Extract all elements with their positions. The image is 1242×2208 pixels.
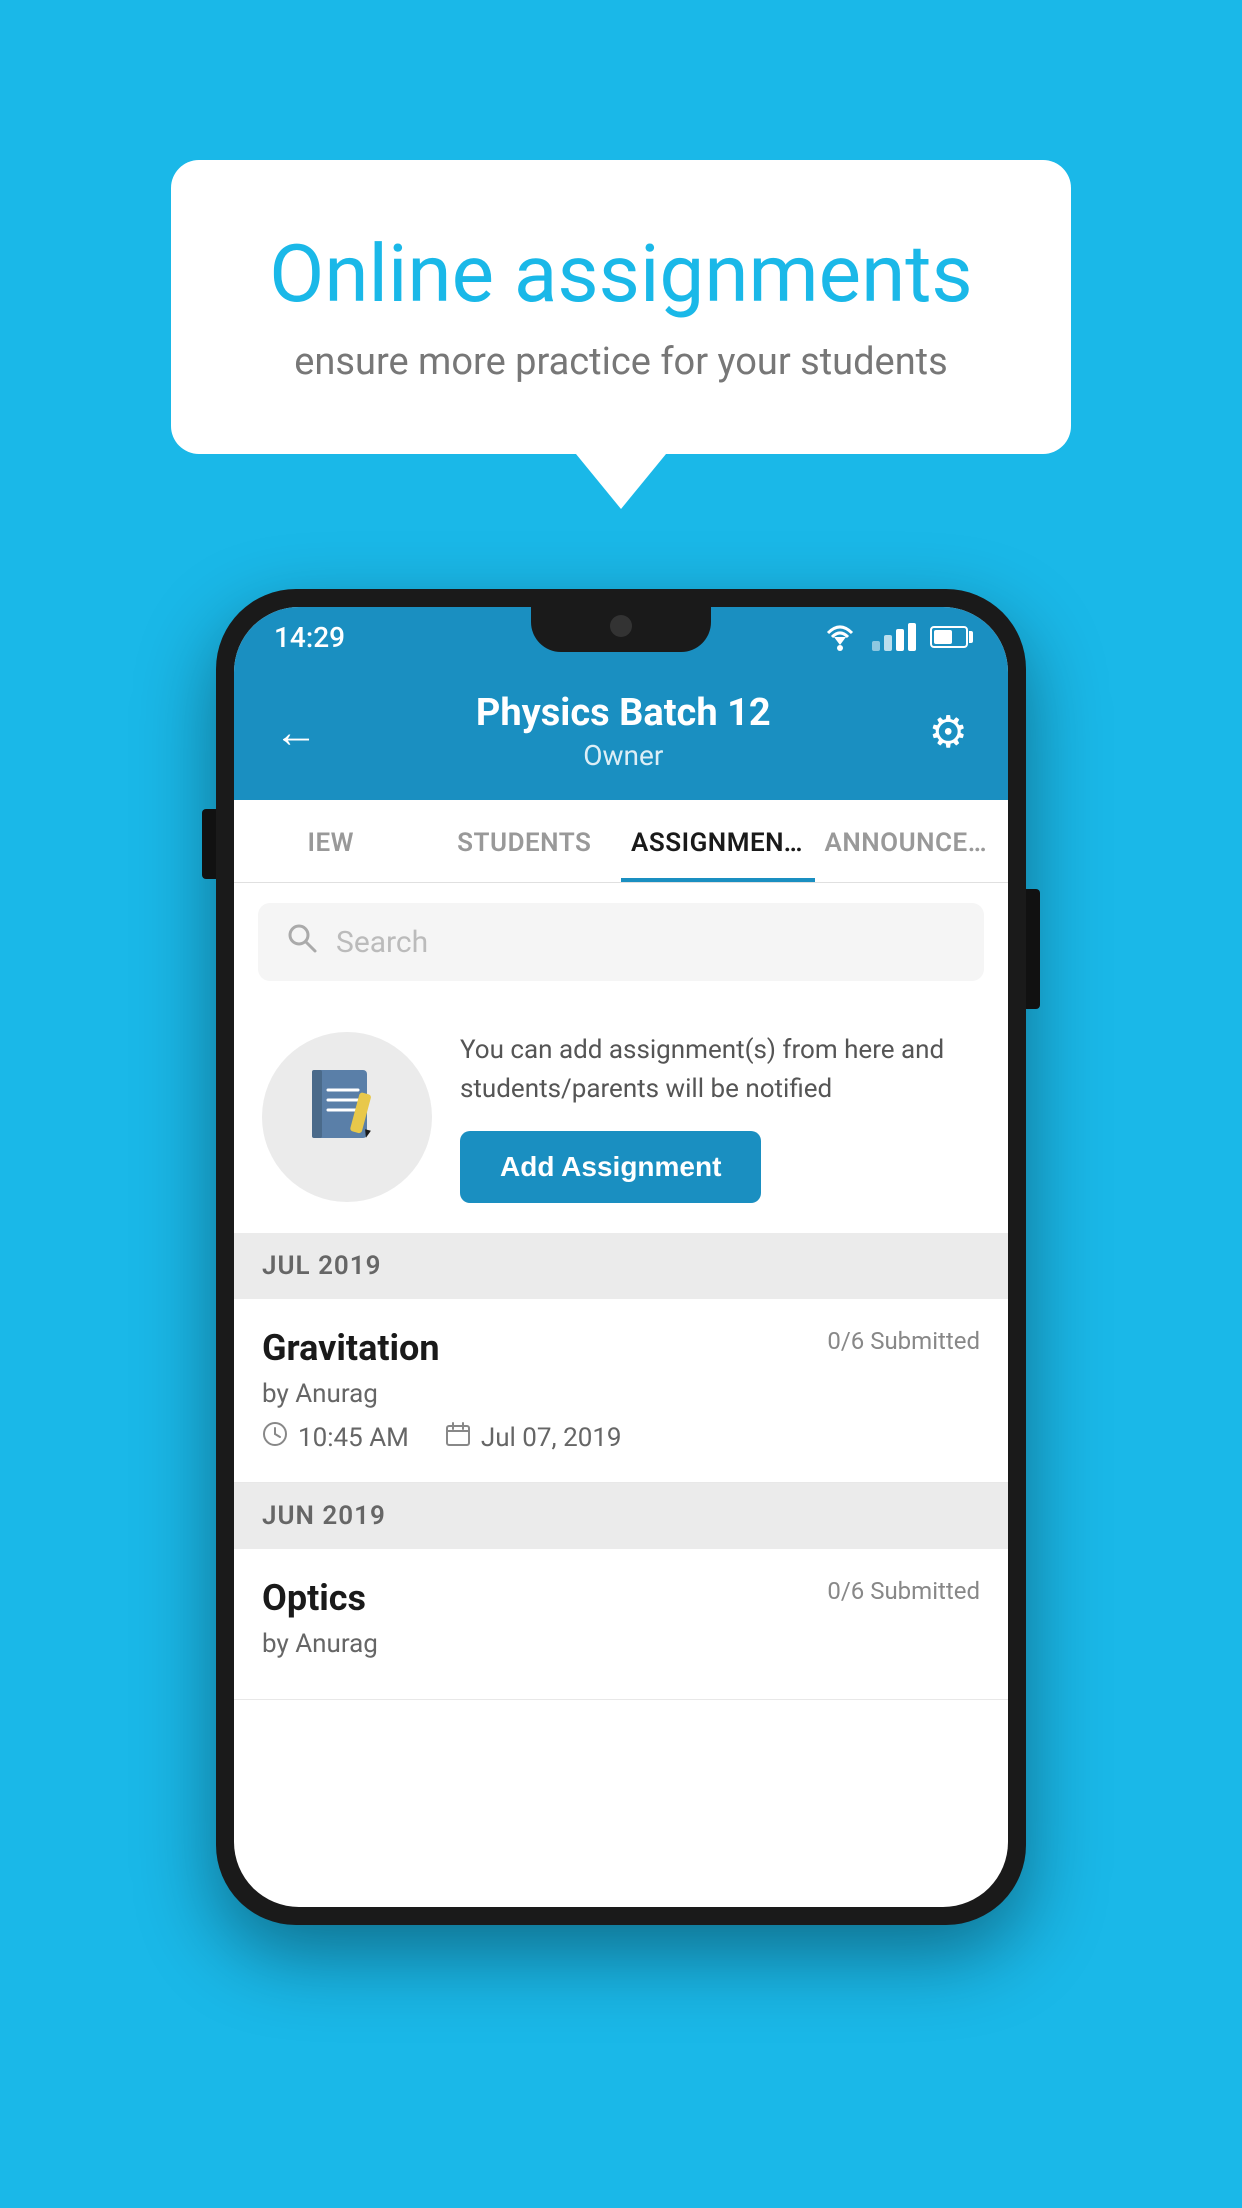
tab-iew[interactable]: IEW	[234, 800, 428, 882]
section-jul-2019: JUL 2019	[234, 1233, 1008, 1299]
header-subtitle: Owner	[476, 739, 771, 772]
assignment-item-optics[interactable]: Optics 0/6 Submitted by Anurag	[234, 1549, 1008, 1700]
wifi-icon	[822, 623, 858, 651]
calendar-icon	[445, 1421, 471, 1454]
search-placeholder: Search	[336, 925, 428, 960]
clock-icon	[262, 1421, 288, 1454]
assignment-date-gravitation: Jul 07, 2019	[481, 1423, 622, 1453]
meta-time: 10:45 AM	[262, 1421, 409, 1454]
phone-screen: 14:29	[234, 607, 1008, 1907]
section-jun-2019: JUN 2019	[234, 1483, 1008, 1549]
phone-notch	[531, 607, 711, 652]
promo-icon-circle	[262, 1032, 432, 1202]
back-button[interactable]: ←	[274, 706, 318, 758]
tab-assignments[interactable]: ASSIGNMENTS	[621, 800, 815, 882]
tabs-bar: IEW STUDENTS ASSIGNMENTS ANNOUNCEM…	[234, 800, 1008, 883]
assignment-title-gravitation: Gravitation	[262, 1327, 440, 1369]
phone-wrapper: 14:29	[216, 589, 1026, 1925]
status-icons	[822, 623, 968, 651]
promo-content: You can add assignment(s) from here and …	[460, 1031, 980, 1203]
assignment-submitted-gravitation: 0/6 Submitted	[827, 1327, 980, 1355]
search-bar[interactable]: Search	[258, 903, 984, 981]
gear-icon[interactable]: ⚙	[929, 706, 968, 758]
signal-icon	[872, 623, 916, 651]
phone-side-button-right	[1026, 889, 1040, 1009]
status-time: 14:29	[274, 621, 345, 654]
phone-side-button-left	[202, 809, 216, 879]
search-container: Search	[234, 883, 1008, 1001]
meta-date: Jul 07, 2019	[445, 1421, 622, 1454]
speech-bubble-subtitle: ensure more practice for your students	[251, 340, 991, 384]
assignment-top-row-optics: Optics 0/6 Submitted	[262, 1577, 980, 1619]
speech-bubble-title: Online assignments	[251, 230, 991, 318]
tab-announcements[interactable]: ANNOUNCEM…	[815, 800, 1009, 882]
search-icon	[286, 921, 318, 963]
add-assignment-button[interactable]: Add Assignment	[460, 1131, 761, 1203]
speech-bubble-arrow	[576, 454, 666, 509]
phone-camera	[610, 615, 632, 637]
assignment-time-gravitation: 10:45 AM	[298, 1423, 409, 1453]
speech-bubble: Online assignments ensure more practice …	[171, 160, 1071, 454]
header-center: Physics Batch 12 Owner	[476, 691, 771, 772]
promo-card: You can add assignment(s) from here and …	[234, 1001, 1008, 1233]
phone-frame: 14:29	[216, 589, 1026, 1925]
promo-text: You can add assignment(s) from here and …	[460, 1031, 980, 1109]
speech-bubble-container: Online assignments ensure more practice …	[171, 160, 1071, 509]
assignment-top-row: Gravitation 0/6 Submitted	[262, 1327, 980, 1369]
assignment-title-optics: Optics	[262, 1577, 366, 1619]
assignment-meta-gravitation: 10:45 AM Jul 07, 2019	[262, 1421, 980, 1454]
tab-students[interactable]: STUDENTS	[428, 800, 622, 882]
assignment-author-gravitation: by Anurag	[262, 1379, 980, 1409]
app-header: ← Physics Batch 12 Owner ⚙	[234, 667, 1008, 800]
battery-icon	[930, 626, 968, 648]
assignment-author-optics: by Anurag	[262, 1629, 980, 1659]
header-title: Physics Batch 12	[476, 691, 771, 735]
notebook-icon	[302, 1062, 392, 1172]
assignment-item-gravitation[interactable]: Gravitation 0/6 Submitted by Anurag	[234, 1299, 1008, 1483]
assignment-submitted-optics: 0/6 Submitted	[827, 1577, 980, 1605]
